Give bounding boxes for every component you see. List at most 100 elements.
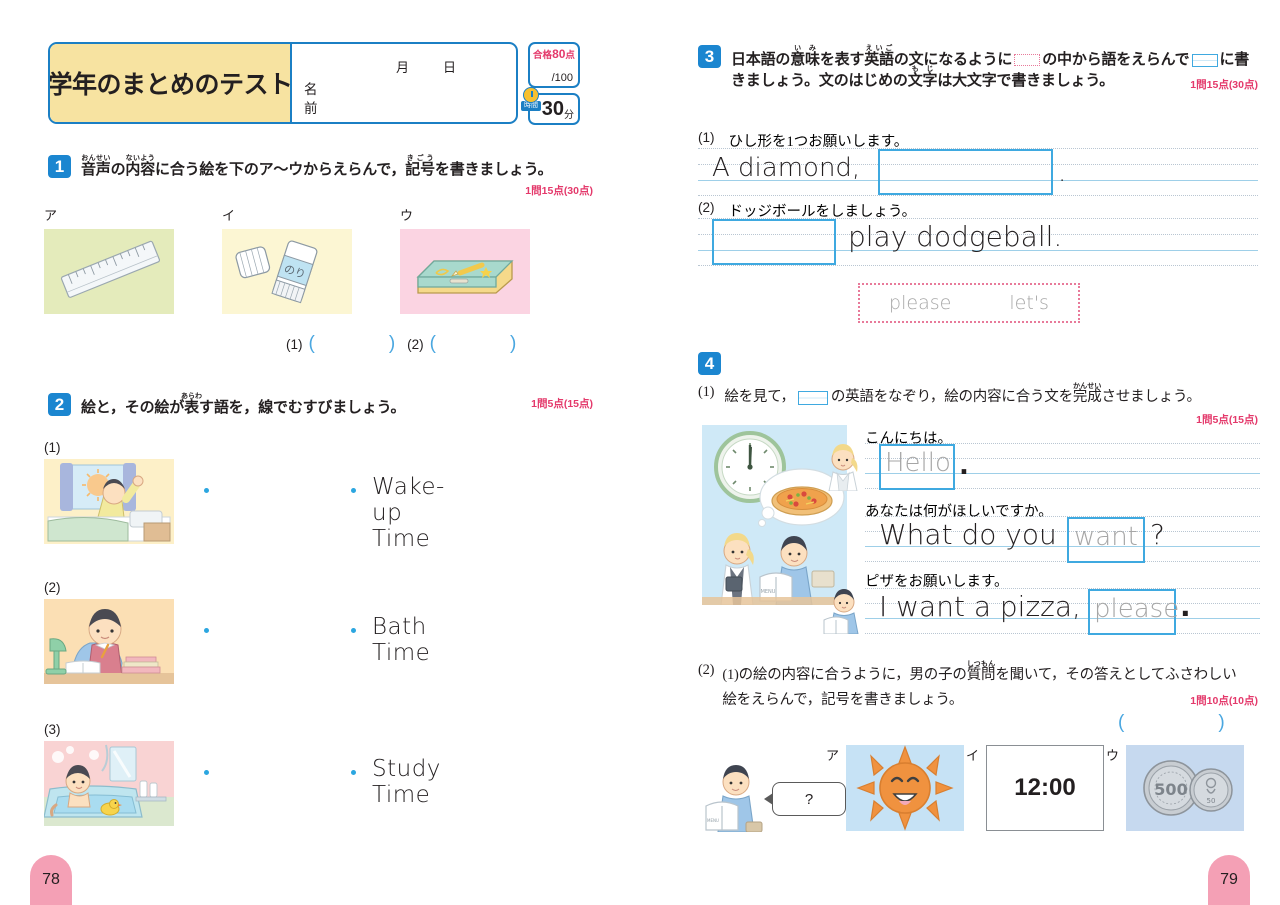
dialogue-3-prefix: I want a pizza, (879, 590, 1081, 623)
answer-1-number: (1) (286, 336, 303, 352)
question-3-answer-line-1: A diamond, . (698, 148, 1258, 196)
question-1-text: 音声おんせいの内容ないように合う絵を下のア〜ウからえらんで，記号きごうを書きまし… (81, 155, 553, 178)
boy-in-bath-illustration (44, 741, 174, 826)
item-1-answer-box[interactable] (878, 149, 1053, 195)
word-bank-option-0[interactable]: please (889, 292, 951, 314)
sub-1-number: (1) (698, 384, 715, 400)
match-row-3-number: (3) (44, 722, 61, 737)
question-4-sub-2-answer: ( ) (1118, 712, 1225, 734)
score-box: 合格80点 /100 (528, 42, 580, 88)
out-of-label: /100 (551, 72, 573, 84)
question-1-option-a: ア (44, 205, 174, 314)
match-right-dot-2[interactable] (351, 628, 356, 633)
option-label-b: イ (222, 208, 236, 223)
question-1-option-b: イ のり (222, 205, 352, 314)
match-left-dot-1[interactable] (204, 488, 209, 493)
answer-1-open-paren[interactable]: ( (309, 333, 315, 355)
time-unit: 分 (564, 110, 574, 121)
svg-text:50: 50 (1207, 797, 1216, 805)
match-word-1: Wake-up Time (372, 474, 445, 552)
match-row-2: (2) Bath Time (44, 580, 430, 684)
sub-2-option-label-c: ウ (1106, 748, 1120, 763)
dialogue-2-prefix: What do you (879, 518, 1057, 551)
svg-text:MENU: MENU (761, 589, 776, 595)
answer-2-open-paren[interactable]: ( (430, 333, 436, 355)
page-title: 学年のまとめのテスト (48, 71, 293, 99)
item-2-suffix-text: play dodgeball. (848, 220, 1063, 253)
question-3-answer-line-2: play dodgeball. (698, 218, 1258, 266)
boy-reading-menu-illustration: MENU (702, 762, 764, 832)
question-2: 2 絵と，その絵が表あらわす語を，線でむすびましょう。 1問5点(15点) (48, 393, 593, 418)
dialogue-3-trace-word: please (1094, 594, 1180, 624)
waitress-avatar (825, 443, 861, 491)
question-1-number: 1 (48, 155, 71, 178)
dialogue-answer-line-2: What do you want ? (865, 516, 1260, 564)
inline-dotted-box (1014, 54, 1041, 67)
boy-studying-illustration (44, 599, 174, 684)
question-4-number: 4 (698, 352, 721, 375)
match-row-3: (3) Study Time (44, 722, 440, 826)
word-bank-option-1[interactable]: let's (1009, 292, 1049, 314)
question-1-answers: (1) ( ) (2) ( ) (286, 333, 516, 355)
match-row-2-number: (2) (44, 580, 61, 595)
question-4-sub-1-text: (1) 絵を見て， の英語をなぞり，絵の内容に合う文を完成かんせいさせましょう。 … (698, 382, 1258, 426)
name-field-label: 名 前 (304, 82, 318, 116)
option-label-c: ウ (400, 208, 414, 223)
page-number-left: 78 (30, 855, 72, 905)
question-3: 3 日本語の意味いみを表す英語えいごの文になるように の中から語をえらんで に書 き… (698, 45, 1258, 92)
month-label: 月 (395, 60, 443, 75)
coins-illustration[interactable]: 500 50 (1126, 745, 1244, 831)
match-word-3: Study Time (372, 756, 441, 808)
question-4: 4 (698, 352, 721, 375)
inline-blue-box-q4 (797, 390, 828, 405)
dialogue-3-period: . (1180, 590, 1191, 623)
left-page: 学年のまとめのテスト 月日 名 前 合格80点 /100 時間 30 分 1 音… (0, 0, 640, 905)
score-time-panel: 合格80点 /100 時間 30 分 (521, 42, 584, 125)
match-word-2: Bath Time (372, 614, 431, 666)
dialogue-2-question-mark: ? (1150, 518, 1165, 551)
match-left-dot-3[interactable] (204, 770, 209, 775)
speech-bubble: ? (772, 782, 846, 816)
sub-2-option-label-a: ア (826, 748, 840, 763)
sub-2-text: (1)の絵の内容に合うように，男の子の質問しつもんを聞いて，その答えとしてふさわ… (722, 660, 1237, 708)
ruler-illustration (44, 229, 174, 314)
question-2-points: 1問5点(15点) (531, 398, 593, 410)
right-page: 3 日本語の意味いみを表す英語えいごの文になるように の中から語をえらんで に書 き… (640, 0, 1280, 905)
clock-icon: 時間 (520, 87, 542, 123)
clock-time[interactable]: 12:00 (986, 745, 1104, 831)
sub-2-open-paren[interactable]: ( (1118, 712, 1124, 734)
date-fields: 月日 (396, 57, 490, 76)
glue-stick-illustration: のり (222, 229, 352, 314)
sub-2-option-label-b: イ (966, 748, 980, 763)
question-3-number: 3 (698, 45, 721, 68)
dialogue-answer-line-1: Hello . (865, 443, 1260, 491)
question-3-text: 日本語の意味いみを表す英語えいごの文になるように の中から語をえらんで に書 きまし… (731, 45, 1250, 89)
svg-text:500: 500 (1154, 780, 1187, 799)
boy-waking-up-illustration (44, 459, 174, 544)
sub-2-close-paren[interactable]: ) (1218, 712, 1224, 734)
test-title-cell: 学年のまとめのテスト (48, 44, 293, 122)
question-1: 1 音声おんせいの内容ないように合う絵を下のア〜ウからえらんで，記号きごうを書き… (48, 155, 593, 198)
page-number-right: 79 (1208, 855, 1250, 905)
question-1-points: 1問15点(30点) (525, 185, 593, 197)
match-right-dot-1[interactable] (351, 488, 356, 493)
dialogue-1-trace-word: Hello (885, 448, 951, 478)
question-1-option-c: ウ (400, 205, 530, 314)
inline-blue-box (1191, 53, 1218, 67)
pass-score-label: 合格80点 (533, 47, 575, 61)
dialogue-2-trace-word: want (1074, 522, 1138, 552)
sun-illustration[interactable] (846, 745, 964, 831)
day-label: 日 (442, 60, 490, 75)
answer-1-close-paren[interactable]: ) (389, 333, 395, 355)
answer-2-number: (2) (407, 336, 424, 352)
speech-bubble-tail (764, 793, 773, 805)
item-2-answer-box[interactable] (712, 219, 836, 265)
match-right-dot-3[interactable] (351, 770, 356, 775)
answer-2-close-paren[interactable]: ) (510, 333, 516, 355)
sub-2-number: (2) (698, 662, 715, 678)
time-limit-box: 時間 30 分 (521, 87, 580, 125)
time-value: 30 (541, 98, 564, 120)
match-left-dot-2[interactable] (204, 628, 209, 633)
item-1-period: . (1058, 158, 1067, 188)
clock-time-value: 12:00 (1014, 774, 1076, 801)
